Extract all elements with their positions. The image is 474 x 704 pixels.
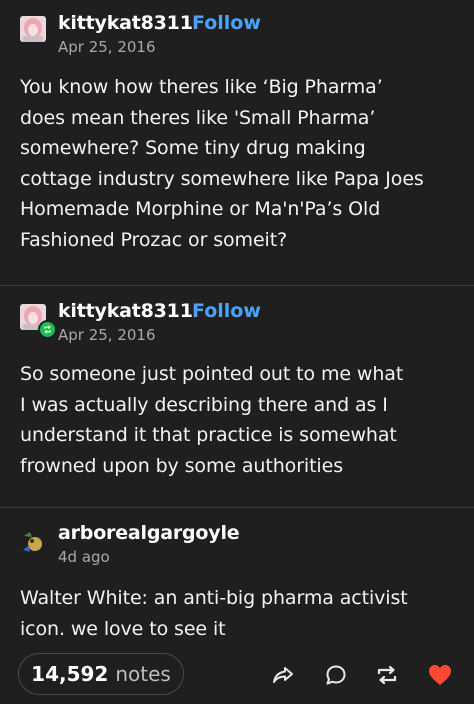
notes-button[interactable]: 14,592 notes	[18, 653, 184, 695]
post-line: cottage industry somewhere like Papa Joe…	[20, 167, 424, 190]
avatar[interactable]	[20, 16, 46, 42]
post-line: icon. we love to see it	[20, 617, 226, 640]
username[interactable]: arborealgargoyle	[58, 522, 240, 544]
post-line: Walter White: an anti-big pharma activis…	[20, 587, 408, 609]
follow-button[interactable]: Follow	[192, 300, 261, 322]
notes-count: 14,592	[31, 662, 109, 686]
post-date: Apr 25, 2016	[58, 326, 156, 344]
avatar[interactable]	[20, 528, 46, 554]
post-line: understand it that practice is somewhat	[20, 424, 397, 446]
divider	[0, 285, 474, 286]
reblog-icon[interactable]	[374, 662, 400, 688]
post-line: somewhere? Some tiny drug making	[20, 137, 366, 159]
post-line: You know how theres like ‘Big Pharma’	[20, 76, 383, 98]
username[interactable]: kittykat8311	[58, 12, 193, 34]
post-header: arborealgargoyle 4d ago	[20, 522, 460, 566]
notes-label: notes	[115, 662, 171, 686]
username[interactable]: kittykat8311	[58, 300, 193, 322]
post-line: Homemade Morphine or Ma'n'Pa’s Old	[20, 198, 381, 220]
post-body: So someone just pointed out to me what I…	[20, 359, 460, 481]
share-icon[interactable]	[270, 662, 296, 688]
post-line: So someone just pointed out to me what	[20, 363, 404, 385]
post-line: frowned upon by some authorities	[20, 454, 344, 477]
post-body: Walter White: an anti-big pharma activis…	[20, 583, 460, 644]
post-header: kittykat8311 Follow Apr 25, 2016	[20, 300, 460, 344]
follow-button[interactable]: Follow	[192, 12, 261, 34]
post-line: Fashioned Prozac or someit?	[20, 228, 288, 251]
post-date: 4d ago	[58, 548, 110, 566]
post-date: Apr 25, 2016	[58, 38, 156, 56]
reblog-badge-icon	[38, 320, 57, 339]
heart-icon[interactable]	[427, 662, 453, 688]
post-header: kittykat8311 Follow Apr 25, 2016	[20, 12, 460, 56]
post-body: You know how theres like ‘Big Pharma’ do…	[20, 72, 460, 255]
post-line: I was actually describing there and as I	[20, 393, 388, 416]
reply-icon[interactable]	[323, 662, 349, 688]
post-line: does mean theres like 'Small Pharma’	[20, 106, 376, 129]
divider	[0, 507, 474, 508]
